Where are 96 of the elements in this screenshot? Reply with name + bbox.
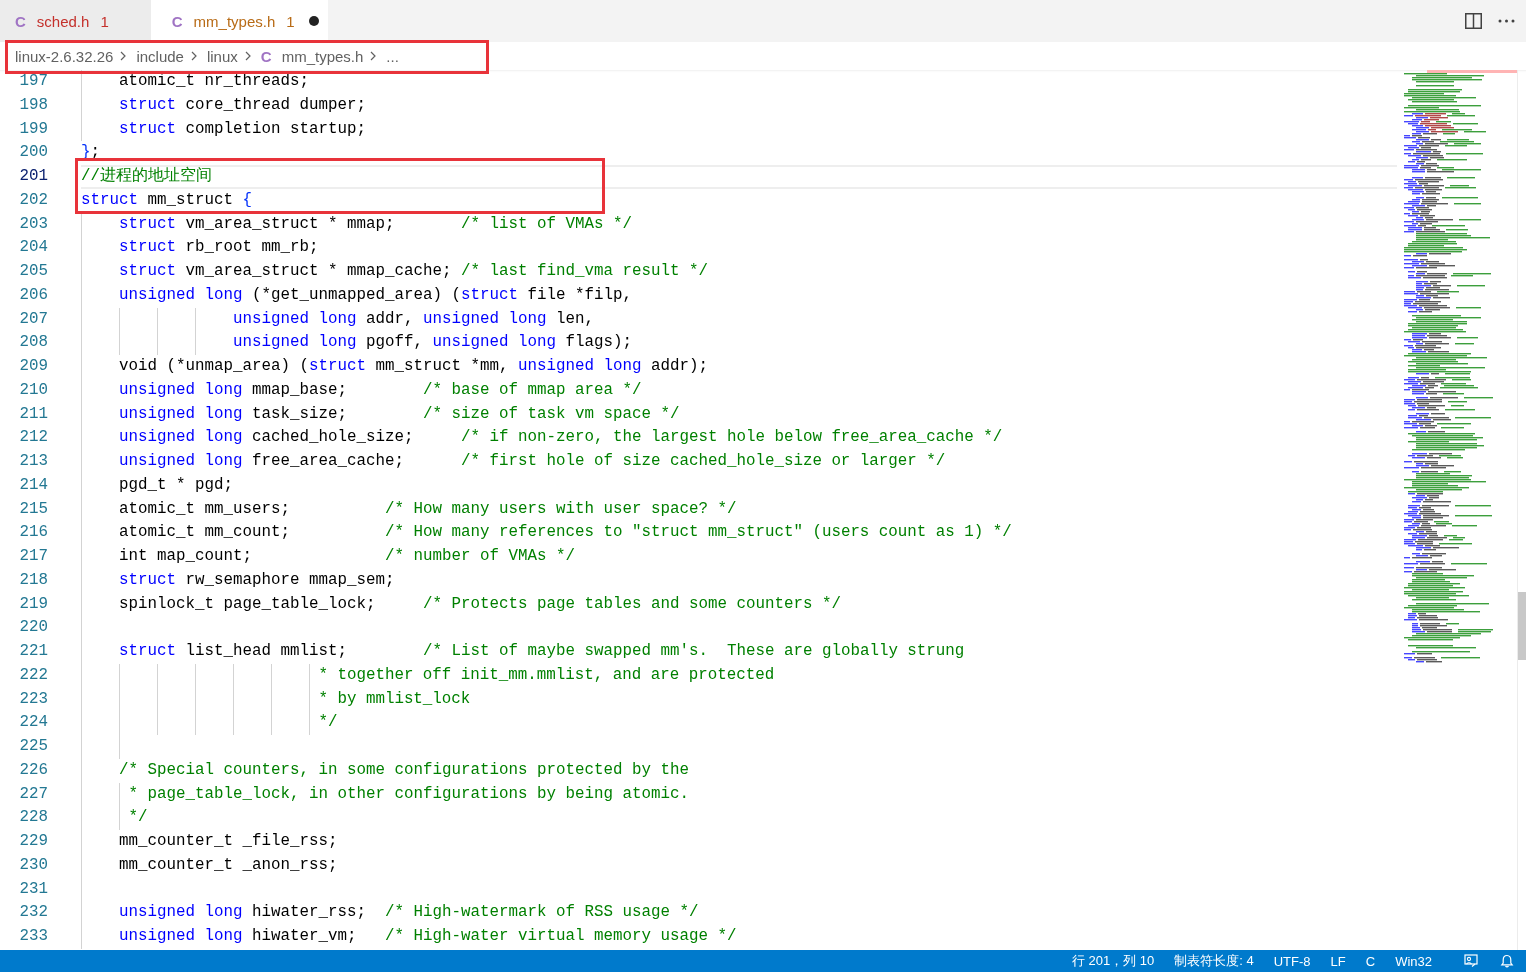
code-line: struct vm_area_struct * mmap; /* list of VMAs */: [119, 214, 632, 233]
line-number: 203: [19, 214, 48, 233]
code-line: struct rb_root mm_rb;: [119, 238, 319, 257]
line-number: 217: [19, 547, 48, 565]
line-number: 206: [19, 285, 48, 304]
code-line: unsigned long pgoff, unsigned long flags);: [232, 333, 632, 352]
breadcrumb-item[interactable]: linux-2.6.32.26: [15, 47, 114, 65]
split-columns-icon[interactable]: [1465, 13, 1482, 29]
more-icon[interactable]: [1498, 19, 1515, 23]
code-line: unsigned long cached_hole_size; /* if non-zero, the largest hole below free_area_cache */: [119, 428, 1003, 447]
breadcrumb-item[interactable]: linux: [206, 47, 238, 65]
code-line: unsigned long hiwater_rss; /* High-watermark of RSS usage */: [119, 903, 699, 922]
line-number: 209: [19, 357, 48, 375]
line-number: 221: [19, 642, 48, 660]
line-number: 211: [19, 404, 48, 423]
breadcrumb-item[interactable]: include: [136, 47, 184, 65]
breadcrumb-item[interactable]: C mm_types.h: [260, 47, 364, 65]
line-number: 222: [19, 665, 48, 684]
chevron-right-icon: [244, 51, 251, 61]
code-line: * by mmlist_lock: [318, 689, 471, 708]
breadcrumb-item[interactable]: ...: [386, 47, 399, 65]
line-number: 213: [19, 452, 48, 470]
line-number: 223: [19, 689, 48, 708]
code-line: * page_table_lock, in other configurations by being atomic.: [128, 784, 689, 803]
code-line: unsigned long (*get_unmapped_area) (struct file *filp,: [119, 285, 632, 304]
line-number: 204: [19, 238, 48, 257]
code-line: struct list_head mmlist; /* List of maybe swapped mm's. These are globally strung: [119, 642, 965, 660]
line-number: 225: [19, 737, 48, 755]
code-line: * together off init_mm.mmlist, and are protected: [318, 665, 775, 684]
chevron-right-icon: [190, 51, 197, 61]
code-line: struct rw_semaphore mmap_sem;: [119, 570, 395, 589]
line-number: 208: [19, 333, 48, 352]
chevron-right-icon: [370, 51, 377, 61]
line-number: 215: [19, 499, 48, 518]
line-number: 220: [19, 618, 48, 637]
line-number: 210: [19, 380, 48, 399]
line-number: 229: [19, 832, 48, 850]
line-number: 233: [19, 927, 48, 945]
code-line: /* Special counters, in some configurations protected by the: [119, 760, 689, 779]
chevron-right-icon: [120, 51, 127, 61]
code-line: //进程的地址空间: [81, 167, 212, 185]
status-item[interactable]: LF: [1320, 953, 1356, 969]
code-line: unsigned long hiwater_vm; /* High-water virtual memory usage */: [119, 927, 737, 945]
code-line: pgd_t * pgd;: [119, 475, 233, 494]
code-line: atomic_t nr_threads;: [119, 72, 309, 90]
line-number: 219: [19, 594, 48, 613]
line-number: 214: [19, 475, 48, 494]
code-line: struct vm_area_struct * mmap_cache; /* last find_vma result */: [119, 262, 708, 280]
line-number: 227: [19, 784, 48, 803]
line-number: 197: [19, 72, 48, 90]
code-line: unsigned long mmap_base; /* base of mmap area */: [119, 380, 642, 399]
code-line: spinlock_t page_table_lock; /* Protects page tables and some counters */: [119, 594, 841, 613]
bell-icon[interactable]: [1500, 954, 1514, 968]
line-number: 230: [19, 855, 48, 874]
letter-c-icon: C: [171, 12, 183, 30]
code-line: atomic_t mm_users; /* How many users with user space? */: [119, 499, 737, 518]
code-line: struct mm_struct {: [81, 190, 252, 209]
code-line: atomic_t mm_count; /* How many references to "struct mm_struct" (users count as 1) */: [119, 523, 1012, 542]
line-number: 202: [19, 190, 48, 209]
editor-tab[interactable]: C sched.h 1: [0, 0, 151, 42]
code-line: mm_counter_t _anon_rss;: [119, 855, 338, 874]
line-number: 226: [19, 760, 48, 779]
code-line: */: [128, 808, 148, 827]
code-line: unsigned long free_area_cache; /* first hole of size cached_hole_size or larger */: [119, 452, 946, 470]
code-line: unsigned long task_size; /* size of task vm space */: [119, 404, 680, 423]
line-number: 201: [19, 167, 48, 185]
status-item[interactable]: C: [1355, 953, 1386, 969]
line-number: 198: [19, 95, 48, 114]
code-line: unsigned long addr, unsigned long len,: [232, 309, 594, 328]
status-item[interactable]: 制表符长度: 4: [1164, 952, 1264, 970]
status-item[interactable]: UTF-8: [1263, 953, 1321, 969]
line-number: 212: [19, 428, 48, 447]
code-line: mm_counter_t _file_rss;: [119, 832, 338, 850]
line-number: 232: [19, 903, 48, 922]
line-number: 224: [19, 713, 48, 732]
code-line: struct completion startup;: [119, 119, 366, 138]
dot-icon[interactable]: [308, 16, 319, 26]
line-number: 228: [19, 808, 48, 827]
line-number: 216: [19, 523, 48, 542]
code-line: int map_count; /* number of VMAs */: [119, 547, 575, 565]
letter-c-icon: C: [15, 12, 26, 30]
status-item[interactable]: Win32: [1385, 953, 1442, 969]
line-number: 200: [19, 143, 48, 162]
code-line: void (*unmap_area) (struct mm_struct *mm, unsigned long addr);: [119, 357, 708, 375]
line-number: 205: [19, 262, 48, 280]
status-item[interactable]: 行 201，列 10: [1061, 952, 1165, 970]
person-screen-icon[interactable]: [1464, 954, 1478, 968]
line-number: 231: [19, 879, 48, 898]
editor-tab[interactable]: C mm_types.h 1: [150, 0, 328, 42]
line-number: 218: [19, 570, 48, 589]
line-number: 199: [19, 119, 48, 138]
scrollbar-thumb[interactable]: [1518, 592, 1526, 660]
code-line: struct core_thread dumper;: [119, 95, 366, 114]
letter-c-icon: C: [260, 47, 272, 65]
code-line: */: [318, 713, 338, 732]
line-number: 207: [19, 309, 48, 328]
